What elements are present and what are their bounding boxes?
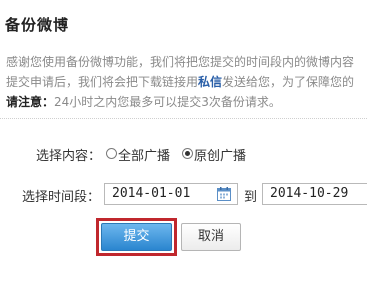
note-label: 请注意： — [6, 95, 55, 109]
description-line-2-before: 提交申请后，我们将会把下载链接用 — [6, 75, 199, 89]
description-line-2: 提交申请后，我们将会把下载链接用私信发送给您，为了保障您的 — [6, 72, 367, 92]
section-divider — [0, 118, 367, 119]
content-select-label: 选择内容： — [36, 149, 102, 164]
submit-button[interactable]: 提交 — [101, 223, 172, 251]
time-select-label: 选择时间段： — [22, 190, 101, 205]
calendar-icon[interactable] — [217, 187, 231, 201]
date-range-separator: 到 — [244, 190, 258, 205]
end-date-input[interactable]: 2014-10-29 — [262, 183, 367, 205]
radio-original-broadcasts-label[interactable]: 原创广播 — [194, 145, 246, 164]
description-line-1: 感谢您使用备份微博功能，我们将把您提交的时间段内的微博内容 — [6, 55, 355, 69]
note-line: 请注意：24小时之内您最多可以提交3次备份请求。 — [6, 92, 367, 112]
radio-all-broadcasts[interactable] — [106, 148, 117, 159]
description-line-2-after: 发送给您，为了保障您的 — [222, 75, 355, 89]
backup-weibo-dialog: 备份微博 感谢您使用备份微博功能，我们将把您提交的时间段内的微博内容 提交申请后… — [0, 0, 367, 290]
radio-original-broadcasts[interactable] — [182, 148, 193, 159]
dialog-title: 备份微博 — [5, 16, 70, 34]
radio-all-broadcasts-label[interactable]: 全部广播 — [118, 145, 170, 164]
description-text: 感谢您使用备份微博功能，我们将把您提交的时间段内的微博内容 提交申请后，我们将会… — [6, 52, 367, 112]
note-text: 24小时之内您最多可以提交3次备份请求。 — [54, 95, 281, 109]
cancel-button[interactable]: 取消 — [181, 223, 241, 251]
private-message-highlight: 私信 — [198, 75, 223, 89]
